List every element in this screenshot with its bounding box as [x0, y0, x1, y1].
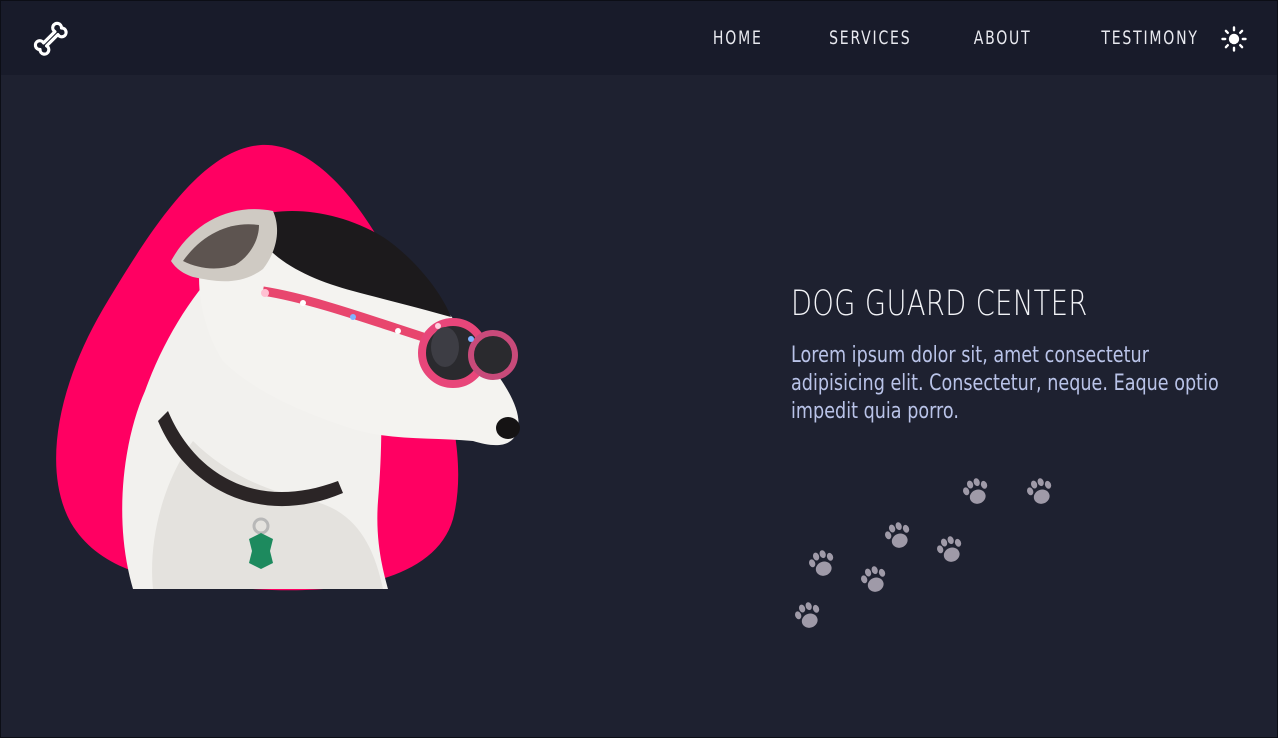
hero-title: DOG GUARD CENTER — [791, 284, 1088, 324]
nav-link-services[interactable]: SERVICES — [829, 27, 911, 49]
navbar: HOME SERVICES ABOUT TESTIMONY — [1, 1, 1277, 75]
paw-print-icon — [809, 550, 834, 576]
nav-link-home[interactable]: HOME — [713, 27, 763, 49]
paw-print-icon — [885, 522, 910, 548]
paw-prints-decoration — [781, 461, 1081, 641]
paw-print-icon — [963, 478, 988, 504]
sun-icon[interactable] — [1220, 25, 1248, 53]
paw-print-icon — [937, 536, 962, 562]
paw-print-icon — [795, 602, 820, 628]
nav-link-about[interactable]: ABOUT — [973, 27, 1031, 49]
hero-description: Lorem ipsum dolor sit, amet consectetur … — [791, 343, 1219, 424]
bone-icon[interactable] — [31, 19, 71, 59]
nav-menu: HOME SERVICES ABOUT TESTIMONY — [702, 1, 1199, 75]
paw-print-icon — [1027, 478, 1052, 504]
nav-link-testimony[interactable]: TESTIMONY — [1102, 27, 1199, 49]
page: HOME SERVICES ABOUT TESTIMONY DOG GUARD … — [0, 0, 1278, 738]
hero-dog-image — [56, 144, 520, 591]
paw-print-icon — [861, 566, 886, 592]
